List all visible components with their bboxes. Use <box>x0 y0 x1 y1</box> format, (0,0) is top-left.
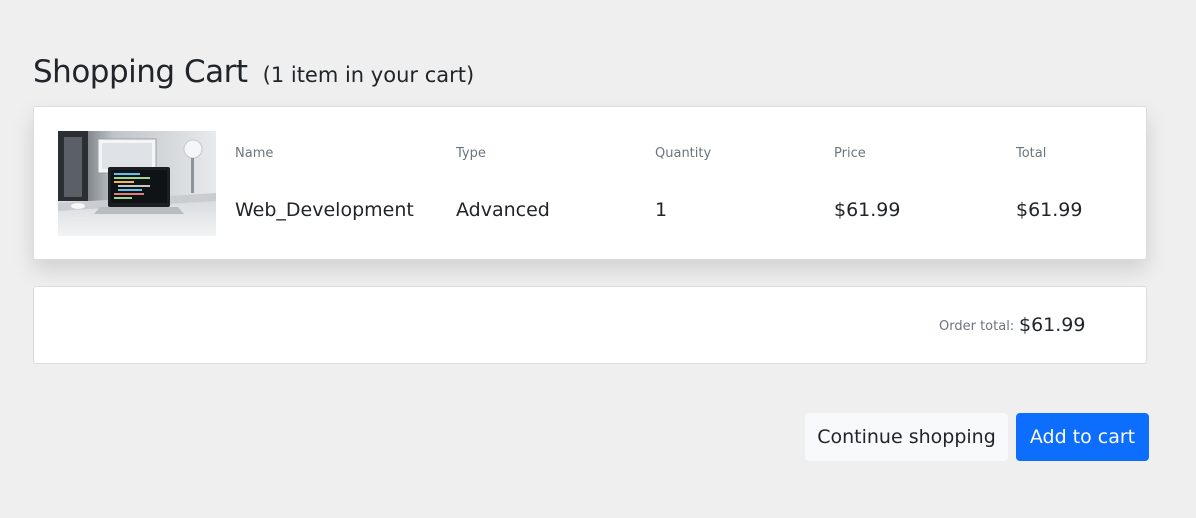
item-quantity: 1 <box>655 199 668 221</box>
item-total: $61.99 <box>1016 199 1083 221</box>
item-name: Web_Development <box>235 199 414 221</box>
column-header-type: Type <box>456 146 486 161</box>
item-price: $61.99 <box>834 199 901 221</box>
laptop-desk-photo-icon <box>58 131 216 236</box>
cart-item-card: Name Type Quantity Price Total Web_Devel… <box>33 106 1147 260</box>
column-header-name: Name <box>235 146 274 161</box>
column-header-total: Total <box>1016 146 1047 161</box>
product-image <box>58 131 216 236</box>
order-total-label: Order total: <box>939 319 1015 334</box>
page-title-text: Shopping Cart <box>33 54 248 90</box>
add-to-cart-button[interactable]: Add to cart <box>1016 413 1149 461</box>
continue-shopping-button[interactable]: Continue shopping <box>805 413 1008 461</box>
cart-count-text: (1 item in your cart) <box>262 63 475 87</box>
page-title: Shopping Cart (1 item in your cart) <box>33 52 474 90</box>
column-header-price: Price <box>834 146 866 161</box>
order-summary-card: Order total: $61.99 <box>33 286 1147 364</box>
order-total-value: $61.99 <box>1019 314 1086 336</box>
column-header-quantity: Quantity <box>655 146 712 161</box>
item-type: Advanced <box>456 199 550 221</box>
